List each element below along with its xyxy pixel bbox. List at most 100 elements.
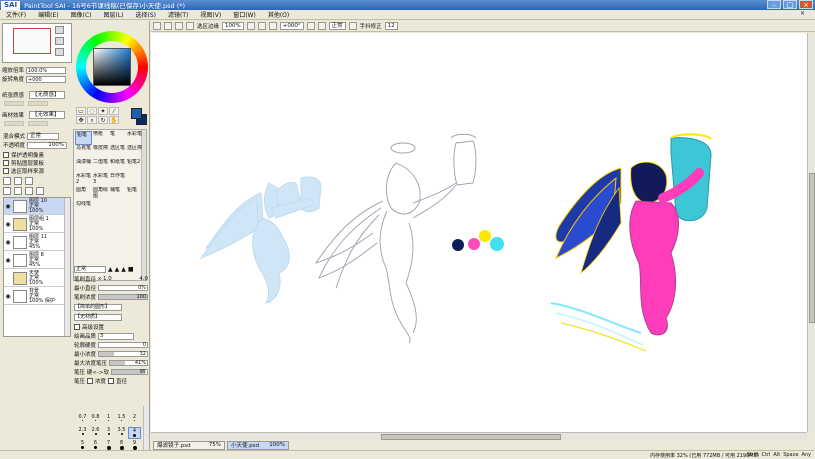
rotate-left-icon[interactable] <box>268 22 277 30</box>
texture-select[interactable]: 【无质感】 <box>29 90 65 99</box>
advanced-checkbox[interactable] <box>74 324 80 330</box>
deselect-icon[interactable] <box>164 22 172 30</box>
menu-window[interactable]: 窗口(W) <box>227 10 262 19</box>
doc-close-icon[interactable]: × <box>794 10 811 17</box>
brush-tool[interactable]: 勾线笔 <box>75 201 92 215</box>
quality-select[interactable]: 3 <box>98 332 135 340</box>
brush-tool[interactable]: 和纸笔 <box>109 159 126 173</box>
zoom-icon[interactable]: ⌕ <box>87 116 97 124</box>
brush-size-preset[interactable]: 0.7 <box>76 414 89 426</box>
canvas[interactable] <box>151 33 807 432</box>
brush-tool[interactable]: 二值笔 <box>92 159 109 173</box>
menu-other[interactable]: 其他(O) <box>262 10 295 19</box>
brush-tool[interactable]: 日作笔 <box>109 173 126 187</box>
brush-tool[interactable]: 铅笔 <box>126 187 143 201</box>
opacity-slider[interactable]: 100% <box>27 141 68 149</box>
shape-square-icon[interactable]: ■ <box>128 266 134 273</box>
brush-tool[interactable]: 铅笔 <box>75 131 92 145</box>
brush-texture-select[interactable]: 【无材质】 <box>74 313 122 321</box>
zoom-in-icon[interactable] <box>257 22 266 30</box>
blend-select[interactable]: 正常 <box>27 132 60 140</box>
layer-row[interactable]: ◉ 图层组 1 正常 100% <box>4 216 64 233</box>
eye-icon[interactable] <box>4 270 12 287</box>
brush-size-preset[interactable]: 2 <box>128 414 141 426</box>
brush-size-mult[interactable]: x 1.0 <box>98 276 112 282</box>
edge-hardness-slider[interactable]: 0 <box>98 342 148 348</box>
layer-row[interactable]: ◉ 背景 正常 100% 保护 <box>4 288 64 305</box>
layer-row[interactable]: 天使 正常 100% <box>4 270 64 287</box>
new-linework-icon[interactable] <box>14 177 22 185</box>
nav-zoom-in-icon[interactable] <box>55 26 64 34</box>
nav-reset-icon[interactable] <box>55 48 64 56</box>
move-icon[interactable]: ✥ <box>76 116 86 124</box>
eye-icon[interactable]: ◉ <box>4 216 12 233</box>
brush-size-preset[interactable]: 1.5 <box>115 414 128 426</box>
layer-row[interactable]: ◉ 图层 10 正常 100% <box>4 198 64 215</box>
zoom-field[interactable]: 100.0% <box>26 66 66 74</box>
maximize-button[interactable]: □ <box>783 0 797 9</box>
brush-size-preset[interactable]: 0.8 <box>89 414 102 426</box>
delete-layer-icon[interactable] <box>36 187 44 195</box>
protect-alpha-checkbox[interactable] <box>3 152 9 158</box>
vertical-scroll-thumb[interactable] <box>809 173 815 323</box>
pressure-size-checkbox[interactable] <box>108 378 115 384</box>
doc-tab-active[interactable]: 小天使.psd 100% <box>227 440 289 450</box>
brush-tool[interactable]: 水彩笔3 <box>92 173 109 187</box>
menu-view[interactable]: 视图(V) <box>194 10 227 19</box>
new-folder-icon[interactable] <box>25 177 33 185</box>
brush-size-value[interactable]: 4.0 <box>139 276 148 282</box>
navigator-viewport[interactable] <box>13 28 51 54</box>
brush-tool[interactable]: 喷枪 <box>92 131 109 145</box>
merge-down-icon[interactable] <box>14 187 22 195</box>
mode-dropdown-icon[interactable] <box>348 22 357 30</box>
zoom-out-icon[interactable] <box>246 22 255 30</box>
close-button[interactable]: × <box>799 0 813 9</box>
min-size-slider[interactable]: 0% <box>98 285 148 291</box>
max-pressure-slider[interactable]: 41% <box>109 360 148 366</box>
eye-icon[interactable]: ◉ <box>4 234 12 251</box>
brush-tool[interactable]: 铺笔 <box>109 187 126 201</box>
doc-tab[interactable]: 爆滤镜子.psd 75% <box>153 440 225 450</box>
select-all-icon[interactable] <box>153 22 161 30</box>
clear-layer-icon[interactable] <box>25 187 33 195</box>
menu-layer[interactable]: 图层(L) <box>98 10 130 19</box>
saturation-value-square[interactable] <box>93 48 131 86</box>
brush-shape-select[interactable]: 【简单的圆形】 <box>74 303 122 311</box>
hand-icon[interactable]: ✋ <box>109 116 119 124</box>
menu-filter[interactable]: 滤镜(T) <box>162 10 194 19</box>
brush-tool[interactable]: 圆角绘图 <box>92 187 109 201</box>
brush-tool[interactable]: 铅笔2 <box>126 159 143 173</box>
canvas-vertical-scrollbar[interactable] <box>807 33 815 432</box>
new-layer-icon[interactable] <box>3 177 11 185</box>
brush-size-preset[interactable]: 2.6 <box>89 427 102 439</box>
eye-icon[interactable]: ◉ <box>4 198 12 215</box>
brush-size-preset[interactable]: 4 <box>128 427 141 439</box>
density-slider[interactable]: 100 <box>98 294 148 300</box>
invert-icon[interactable] <box>175 22 183 30</box>
brush-tool[interactable]: 笔 <box>109 131 126 145</box>
pressure-density-checkbox[interactable] <box>87 378 94 384</box>
lasso-icon[interactable]: ◌ <box>87 107 97 115</box>
antialias-checkbox[interactable] <box>186 22 194 30</box>
transfer-down-icon[interactable] <box>3 187 11 195</box>
brush-tool[interactable]: 圆角 <box>75 187 92 201</box>
menu-file[interactable]: 文件(F) <box>0 10 32 19</box>
rotate-right-icon[interactable] <box>306 22 315 30</box>
shape-triangle-3-icon[interactable]: ▲ <box>121 266 126 273</box>
nav-zoom-out-icon[interactable] <box>55 37 64 45</box>
brush-mode-select[interactable]: 正常 <box>74 265 106 273</box>
layer-row[interactable]: ◉ 图层 11 正常 45% <box>4 234 64 251</box>
effect-select[interactable]: 【无效果】 <box>29 110 65 119</box>
zoom-select[interactable]: 100% <box>222 22 244 30</box>
shape-triangle-icon[interactable]: ▲ <box>108 266 113 273</box>
color-swatches[interactable] <box>129 107 149 129</box>
brush-tool[interactable]: 选区笔 <box>109 145 126 159</box>
brush-tool[interactable]: 马克笔 <box>75 145 92 159</box>
color-wheel[interactable] <box>76 31 148 103</box>
brush-tool[interactable] <box>126 173 143 187</box>
menu-image[interactable]: 图像(C) <box>65 10 98 19</box>
eyedropper-icon[interactable]: ⁄ <box>109 107 119 115</box>
menu-select[interactable]: 选择(S) <box>130 10 163 19</box>
clipping-checkbox[interactable] <box>3 160 9 166</box>
brush-size-preset[interactable]: 2.3 <box>76 427 89 439</box>
